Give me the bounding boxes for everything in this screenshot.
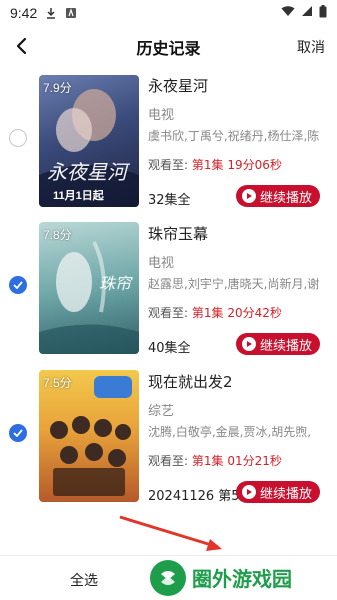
- continue-play-button[interactable]: 继续播放: [236, 481, 320, 503]
- item-title: 现在就出发2: [148, 373, 233, 391]
- poster-art-title: 永夜星河: [47, 160, 127, 184]
- progress-label: 观看至:: [148, 158, 189, 172]
- item-cast: 虞书欣,丁禹兮,祝绪丹,杨仕泽,陈: [148, 129, 320, 143]
- progress-label: 观看至:: [148, 454, 189, 468]
- signal-icon: [301, 5, 313, 21]
- item-title: 珠帘玉幕: [148, 225, 209, 243]
- play-button-label: 继续播放: [260, 338, 313, 354]
- history-item[interactable]: 7.5分 现在就出发2 综艺 沈腾,白敬亭,金晨,贾冰,胡先煦, 观看至: 第1…: [0, 368, 337, 508]
- arrow-overlay-icon: [119, 515, 222, 551]
- item-genre: 电视: [148, 256, 175, 271]
- page-title: 历史记录: [136, 39, 201, 58]
- notification-icon: [65, 7, 77, 19]
- continue-play-button[interactable]: 继续播放: [236, 333, 320, 355]
- wifi-icon: [281, 5, 295, 21]
- item-cast: 沈腾,白敬亭,金晨,贾冰,胡先煦,: [148, 425, 312, 439]
- history-item[interactable]: 7.8分 珠帘 珠帘玉幕 电视 赵露思,刘宇宁,唐晓天,尚新月,谢 观看至: 第…: [0, 220, 337, 360]
- item-cast: 赵露思,刘宇宁,唐晓天,尚新月,谢: [148, 277, 320, 291]
- poster-score: 7.9分: [43, 81, 72, 95]
- item-progress: 观看至: 第1集 01分21秒: [148, 452, 282, 469]
- poster-art-title: 珠帘: [99, 274, 132, 293]
- poster-score: 7.5分: [43, 376, 72, 390]
- download-icon: [45, 7, 57, 19]
- check-icon: [13, 429, 23, 437]
- play-icon: [242, 337, 256, 351]
- play-icon: [242, 189, 256, 203]
- status-bar: 9:42: [0, 0, 337, 26]
- nav-bar: 历史记录 取消: [0, 26, 337, 66]
- progress-value: 第1集 20分42秒: [191, 306, 282, 320]
- battery-icon: [319, 4, 327, 22]
- watermark: 圈外游戏园: [150, 555, 335, 600]
- item-genre: 电视: [148, 108, 175, 123]
- poster-image[interactable]: 7.9分 永夜星河 11月1日起: [39, 75, 139, 207]
- watermark-logo-icon: [150, 559, 186, 596]
- poster-image[interactable]: 7.8分 珠帘: [39, 222, 139, 354]
- poster-image[interactable]: 7.5分: [39, 370, 139, 502]
- item-checkbox[interactable]: [9, 129, 27, 147]
- status-time: 9:42: [10, 5, 38, 21]
- progress-label: 观看至:: [148, 306, 189, 320]
- item-progress: 观看至: 第1集 20分42秒: [148, 304, 282, 321]
- item-checkbox[interactable]: [9, 424, 27, 442]
- progress-value: 第1集 19分06秒: [191, 158, 282, 172]
- play-button-label: 继续播放: [260, 486, 313, 502]
- item-checkbox[interactable]: [9, 276, 27, 294]
- check-icon: [13, 281, 23, 289]
- continue-play-button[interactable]: 继续播放: [236, 185, 320, 207]
- play-button-label: 继续播放: [260, 190, 313, 206]
- select-all-button[interactable]: 全选: [70, 570, 98, 590]
- item-progress: 观看至: 第1集 19分06秒: [148, 156, 282, 173]
- history-item[interactable]: 7.9分 永夜星河 11月1日起 永夜星河 电视 虞书欣,丁禹兮,祝绪丹,杨仕泽…: [0, 72, 337, 212]
- poster-art-date: 11月1日起: [53, 190, 104, 202]
- watermark-text: 圈外游戏园: [192, 567, 292, 591]
- item-title: 永夜星河: [148, 77, 209, 95]
- play-icon: [242, 485, 256, 499]
- item-genre: 综艺: [148, 404, 175, 419]
- progress-value: 第1集 01分21秒: [191, 454, 282, 468]
- cancel-button[interactable]: 取消: [297, 37, 325, 57]
- poster-score: 7.8分: [43, 228, 72, 242]
